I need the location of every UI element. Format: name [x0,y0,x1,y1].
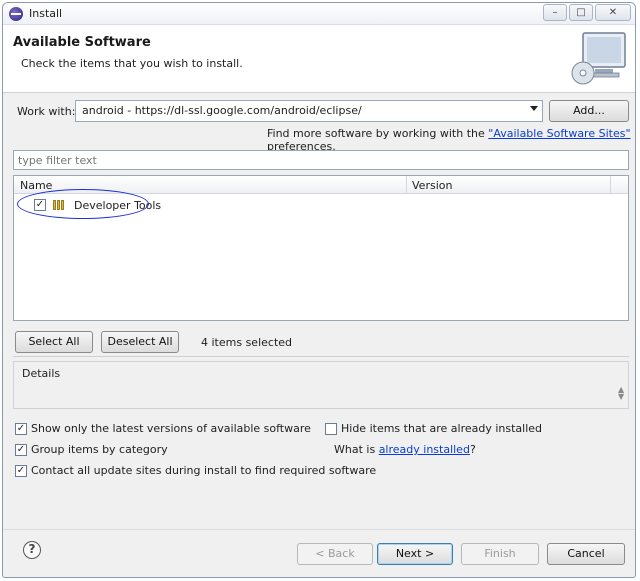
details-panel: Details ▲ ▼ [13,361,629,409]
show-latest-label: Show only the latest versions of availab… [31,422,311,435]
what-is-prefix: What is [334,443,379,456]
contact-sites-checkbox[interactable]: ✓ [15,465,27,477]
back-button[interactable]: < Back [297,543,373,565]
help-icon[interactable]: ? [23,541,41,559]
details-label: Details [22,367,61,380]
what-is-suffix: ? [469,443,476,456]
option-hide-installed[interactable]: Hide items that are already installed [325,422,542,435]
work-with-label: Work with: [17,105,76,118]
title-bar: Install – □ ✕ [3,3,635,25]
monitor-cd-icon [571,32,626,85]
finish-button[interactable]: Finish [461,543,539,565]
header-banner: Available Software Check the items that … [3,25,635,93]
work-with-value: android - https://dl-ssl.google.com/andr… [82,104,362,117]
hide-installed-checkbox[interactable] [325,423,337,435]
items-selected-count: 4 items selected [201,336,293,349]
divider [13,356,629,357]
column-name-header[interactable]: Name [20,179,52,192]
already-installed-link[interactable]: already installed [379,443,470,456]
next-button[interactable]: Next > [377,543,453,565]
dropdown-arrow-icon[interactable] [530,106,538,111]
window-title: Install [29,7,63,20]
column-separator [610,176,611,194]
deselect-all-button[interactable]: Deselect All [101,331,179,353]
hide-installed-label: Hide items that are already installed [341,422,543,435]
what-is-installed-text: What is already installed? [334,443,476,456]
close-button[interactable]: ✕ [595,4,631,21]
minimize-button[interactable]: – [543,4,567,21]
filter-input[interactable] [13,150,629,170]
maximize-button[interactable]: □ [569,4,593,21]
option-group-by-category[interactable]: ✓ Group items by category [15,443,168,456]
add-site-button[interactable]: Add... [549,100,629,122]
find-more-prefix: Find more software by working with the [267,127,489,140]
page-title: Available Software [13,35,151,50]
page-subtitle: Check the items that you wish to install… [21,57,243,70]
column-version-header[interactable]: Version [412,179,452,192]
available-software-sites-link[interactable]: "Available Software Sites" [488,127,630,140]
install-dialog: Install – □ ✕ Available Software Check t… [2,2,636,578]
eclipse-icon [9,7,23,21]
footer-separator [3,529,635,530]
work-with-combo[interactable]: android - https://dl-ssl.google.com/andr… [75,100,543,122]
scroll-arrows-icon[interactable]: ▲ ▼ [618,386,624,401]
select-all-button[interactable]: Select All [15,331,93,353]
annotation-circle [17,189,149,219]
group-by-category-label: Group items by category [31,443,168,456]
option-show-latest[interactable]: ✓ Show only the latest versions of availa… [15,422,311,435]
contact-sites-label: Contact all update sites during install … [31,464,377,477]
column-separator [406,176,407,194]
group-by-category-checkbox[interactable]: ✓ [15,444,27,456]
cancel-button[interactable]: Cancel [547,543,625,565]
show-latest-checkbox[interactable]: ✓ [15,423,27,435]
option-contact-sites[interactable]: ✓ Contact all update sites during install… [15,464,376,477]
